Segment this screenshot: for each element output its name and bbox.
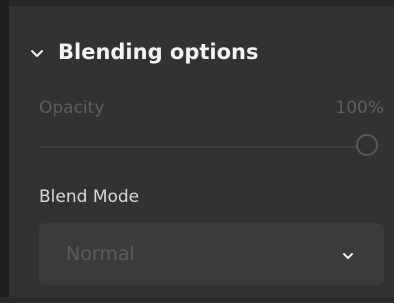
section-title: Blending options <box>58 40 259 64</box>
chevron-down-icon[interactable] <box>30 45 44 59</box>
blend-mode-label: Blend Mode <box>39 187 140 207</box>
blend-mode-value: Normal <box>66 243 135 265</box>
left-border <box>0 0 9 303</box>
blend-mode-select[interactable]: Normal <box>39 223 384 285</box>
opacity-slider-track[interactable] <box>39 146 357 148</box>
bottom-border <box>0 297 394 303</box>
opacity-label: Opacity <box>39 98 105 118</box>
chevron-down-icon <box>342 247 354 259</box>
opacity-slider-handle[interactable] <box>356 134 378 156</box>
opacity-value: 100% <box>335 98 384 118</box>
blending-options-header[interactable]: Blending options <box>30 38 259 66</box>
